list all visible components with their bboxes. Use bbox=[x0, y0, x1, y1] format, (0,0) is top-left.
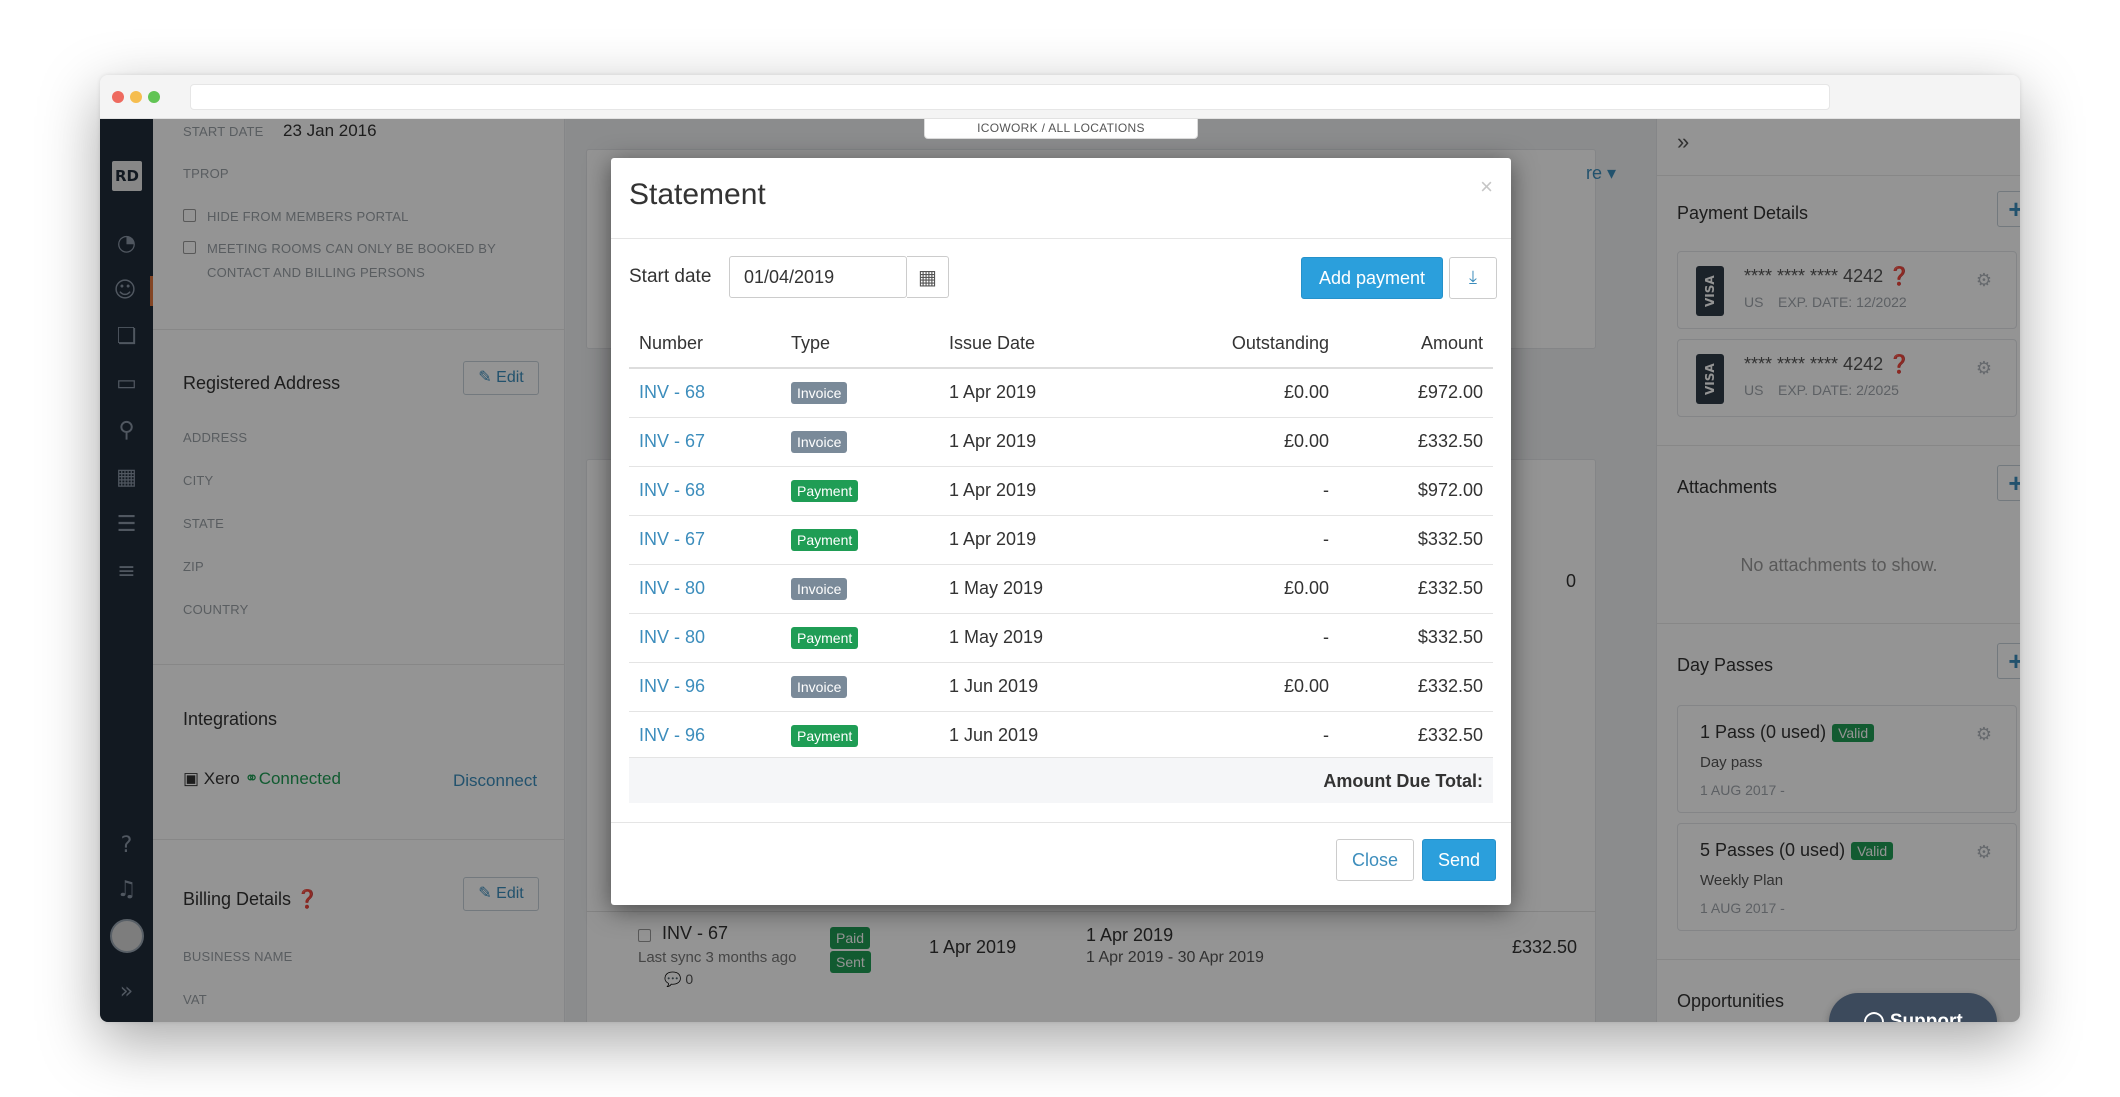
type-badge: Invoice bbox=[791, 381, 848, 404]
row-type: Payment bbox=[781, 515, 939, 565]
type-badge: Payment bbox=[791, 724, 859, 747]
app: RD ◔ ☺ ❏ ▭ ⚲ ▦ ☰ ≡ ? ♫ » START DATE 23 J… bbox=[100, 119, 2020, 1022]
download-icon[interactable]: ⤓ bbox=[1449, 257, 1497, 299]
row-amount: $972.00 bbox=[1339, 466, 1493, 516]
row-issue-date: 1 Apr 2019 bbox=[939, 417, 1139, 467]
table-row: INV - 67 Invoice 1 Apr 2019 £0.00 £332.50 bbox=[629, 417, 1493, 467]
row-type: Invoice bbox=[781, 368, 939, 418]
row-number[interactable]: INV - 67 bbox=[629, 417, 781, 467]
row-issue-date: 1 Jun 2019 bbox=[939, 662, 1139, 712]
table-row: INV - 67 Payment 1 Apr 2019- $332.50 bbox=[629, 515, 1493, 565]
row-outstanding: £0.00 bbox=[1139, 417, 1339, 467]
browser-window: RD ◔ ☺ ❏ ▭ ⚲ ▦ ☰ ≡ ? ♫ » START DATE 23 J… bbox=[100, 75, 2020, 1022]
modal-header-divider bbox=[611, 238, 1511, 239]
table-row: INV - 96 Invoice 1 Jun 2019 £0.00 £332.50 bbox=[629, 662, 1493, 712]
col-type[interactable]: Type bbox=[781, 320, 939, 369]
col-amount[interactable]: Amount bbox=[1339, 320, 1493, 369]
close-icon[interactable]: × bbox=[1480, 174, 1493, 200]
row-amount: £332.50 bbox=[1339, 417, 1493, 467]
row-amount: £332.50 bbox=[1339, 662, 1493, 712]
row-type: Invoice bbox=[781, 662, 939, 712]
browser-titlebar bbox=[100, 75, 2020, 119]
type-badge: Invoice bbox=[791, 577, 848, 600]
start-date-label: Start date bbox=[629, 266, 712, 287]
statement-modal: Statement × Start date 01/04/2019 ▦ Add … bbox=[611, 158, 1511, 905]
row-amount: £972.00 bbox=[1339, 368, 1493, 418]
row-type: Invoice bbox=[781, 564, 939, 614]
row-issue-date: 1 Apr 2019 bbox=[939, 515, 1139, 565]
row-number[interactable]: INV - 68 bbox=[629, 466, 781, 516]
breadcrumb-company[interactable]: ICOWORK bbox=[977, 121, 1038, 135]
row-amount: £332.50 bbox=[1339, 711, 1493, 761]
row-number[interactable]: INV - 80 bbox=[629, 613, 781, 663]
type-badge: Invoice bbox=[791, 430, 848, 453]
support-button[interactable]: ◯ Support bbox=[1829, 993, 1997, 1022]
breadcrumb-location[interactable]: ALL LOCATIONS bbox=[1048, 121, 1145, 135]
amount-due-total: Amount Due Total: bbox=[629, 757, 1493, 803]
row-outstanding: £0.00 bbox=[1139, 564, 1339, 614]
breadcrumb-separator: / bbox=[1041, 121, 1046, 135]
row-outstanding: £0.00 bbox=[1139, 368, 1339, 418]
row-amount: $332.50 bbox=[1339, 515, 1493, 565]
row-outstanding: - bbox=[1139, 613, 1339, 663]
start-date-input[interactable]: 01/04/2019 bbox=[729, 256, 907, 298]
window-close-dot[interactable] bbox=[112, 91, 124, 103]
col-outstanding[interactable]: Outstanding bbox=[1139, 320, 1339, 369]
statement-rows: INV - 68 Invoice 1 Apr 2019 £0.00 £972.00 INV… bbox=[629, 368, 1493, 761]
row-number[interactable]: INV - 96 bbox=[629, 711, 781, 761]
row-type: Invoice bbox=[781, 417, 939, 467]
type-badge: Payment bbox=[791, 479, 859, 502]
row-issue-date: 1 Apr 2019 bbox=[939, 368, 1139, 418]
type-badge: Payment bbox=[791, 626, 859, 649]
table-row: INV - 68 Payment 1 Apr 2019- $972.00 bbox=[629, 466, 1493, 516]
row-issue-date: 1 May 2019 bbox=[939, 564, 1139, 614]
chat-bubble-icon: ◯ bbox=[1863, 1011, 1885, 1022]
row-type: Payment bbox=[781, 466, 939, 516]
send-button[interactable]: Send bbox=[1422, 839, 1496, 881]
row-number[interactable]: INV - 80 bbox=[629, 564, 781, 614]
table-row: INV - 80 Payment 1 May 2019- $332.50 bbox=[629, 613, 1493, 663]
window-minimize-dot[interactable] bbox=[130, 91, 142, 103]
row-type: Payment bbox=[781, 613, 939, 663]
row-issue-date: 1 May 2019 bbox=[939, 613, 1139, 663]
col-issue-date[interactable]: Issue Date bbox=[939, 320, 1139, 369]
row-issue-date: 1 Apr 2019 bbox=[939, 466, 1139, 516]
breadcrumb: ICOWORK / ALL LOCATIONS bbox=[924, 119, 1198, 139]
row-issue-date: 1 Jun 2019 bbox=[939, 711, 1139, 761]
row-number[interactable]: INV - 67 bbox=[629, 515, 781, 565]
row-outstanding: - bbox=[1139, 711, 1339, 761]
type-badge: Invoice bbox=[791, 675, 848, 698]
col-number[interactable]: Number bbox=[629, 320, 781, 369]
table-header-row: Number Type Issue Date Outstanding Amoun… bbox=[629, 320, 1493, 369]
modal-footer-divider bbox=[611, 822, 1511, 823]
type-badge: Payment bbox=[791, 528, 859, 551]
row-amount: £332.50 bbox=[1339, 564, 1493, 614]
row-outstanding: £0.00 bbox=[1139, 662, 1339, 712]
modal-title: Statement bbox=[629, 178, 766, 211]
window-maximize-dot[interactable] bbox=[148, 91, 160, 103]
close-button[interactable]: Close bbox=[1336, 839, 1414, 881]
support-label: Support bbox=[1889, 1011, 1963, 1022]
table-row: INV - 68 Invoice 1 Apr 2019 £0.00 £972.00 bbox=[629, 368, 1493, 418]
add-payment-button[interactable]: Add payment bbox=[1301, 257, 1443, 299]
statement-table: Number Type Issue Date Outstanding Amoun… bbox=[629, 320, 1493, 761]
row-type: Payment bbox=[781, 711, 939, 761]
row-number[interactable]: INV - 68 bbox=[629, 368, 781, 418]
url-bar[interactable] bbox=[190, 84, 1830, 110]
row-outstanding: - bbox=[1139, 515, 1339, 565]
table-row: INV - 96 Payment 1 Jun 2019- £332.50 bbox=[629, 711, 1493, 761]
calendar-icon[interactable]: ▦ bbox=[907, 256, 949, 298]
table-row: INV - 80 Invoice 1 May 2019 £0.00 £332.50 bbox=[629, 564, 1493, 614]
row-outstanding: - bbox=[1139, 466, 1339, 516]
row-number[interactable]: INV - 96 bbox=[629, 662, 781, 712]
page: RD ◔ ☺ ❏ ▭ ⚲ ▦ ☰ ≡ ? ♫ » START DATE 23 J… bbox=[0, 0, 2120, 1097]
row-amount: $332.50 bbox=[1339, 613, 1493, 663]
